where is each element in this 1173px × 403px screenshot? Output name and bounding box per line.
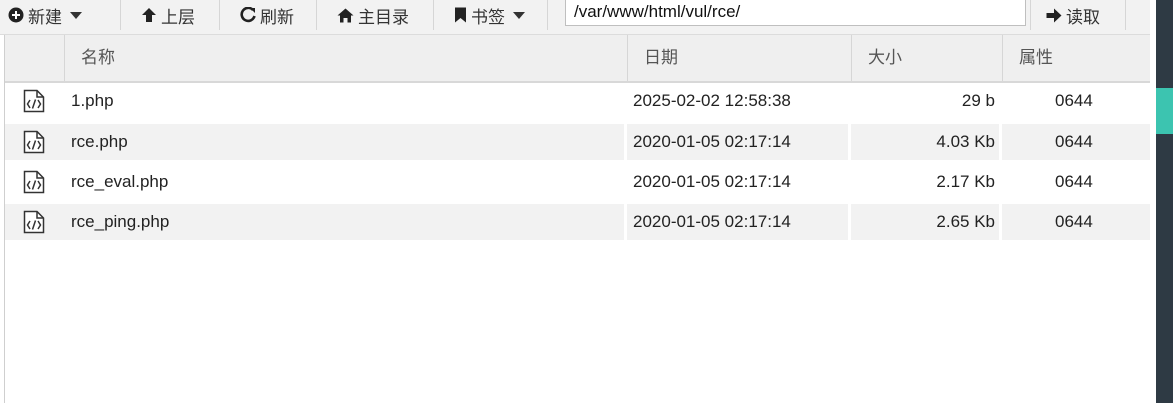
file-name[interactable]: rce_ping.php [71,204,169,240]
file-date: 2020-01-05 02:17:14 [633,212,791,231]
plus-circle-icon [8,7,24,23]
file-size: 2.65 Kb [936,212,995,231]
chevron-down-icon [513,11,525,19]
window-edge [1156,0,1173,403]
file-list: 名称 日期 大小 属性 1.php 2025-02-02 12:58:38 29… [4,35,1151,403]
toolbar-divider [433,0,434,30]
file-size: 29 b [961,91,995,110]
code-file-icon [23,130,45,154]
file-size: 4.03 Kb [936,132,995,151]
address-input[interactable] [565,0,1026,26]
refresh-icon [240,7,256,23]
column-divider [624,204,627,240]
scrollbar-thumb[interactable] [1156,88,1173,134]
file-date: 2020-01-05 02:17:14 [633,172,791,191]
chevron-down-icon [70,11,82,19]
file-attr[interactable]: 0644 [1055,204,1093,240]
new-button[interactable]: 新建 [8,0,82,30]
table-row[interactable]: rce.php 2020-01-05 02:17:14 4.03 Kb 0644 [5,124,1151,160]
bookmark-icon [454,7,467,23]
table-row[interactable]: rce_ping.php 2020-01-05 02:17:14 2.65 Kb… [5,204,1151,240]
toolbar-divider [547,0,548,30]
column-header-name[interactable]: 名称 [64,35,627,81]
refresh-label: 刷新 [260,7,294,27]
code-file-icon [23,170,45,194]
home-label: 主目录 [358,7,409,27]
file-name[interactable]: rce.php [71,124,128,160]
arrow-up-icon [141,7,157,23]
file-size: 2.17 Kb [936,172,995,191]
code-file-icon [23,210,45,234]
new-label: 新建 [28,7,62,27]
toolbar-divider [219,0,220,30]
column-divider [999,204,1002,240]
file-attr[interactable]: 0644 [1055,83,1093,119]
column-divider [624,124,627,160]
bookmark-button[interactable]: 书签 [454,0,525,30]
toolbar-divider [120,0,121,30]
read-label: 读取 [1066,7,1100,27]
up-button[interactable]: 上层 [141,0,195,30]
file-date: 2025-02-02 12:58:38 [633,91,791,110]
home-button[interactable]: 主目录 [337,0,409,30]
column-header-attr[interactable]: 属性 [1002,35,1151,81]
file-name[interactable]: rce_eval.php [71,164,168,200]
table-header: 名称 日期 大小 属性 [5,35,1151,83]
read-button[interactable]: 读取 [1046,0,1100,30]
column-header-date[interactable]: 日期 [627,35,851,81]
toolbar-divider [316,0,317,30]
arrow-right-icon [1046,8,1062,23]
file-attr[interactable]: 0644 [1055,124,1093,160]
toolbar-divider [1030,0,1031,30]
table-row[interactable]: 1.php 2025-02-02 12:58:38 29 b 0644 [5,83,1151,119]
bookmark-label: 书签 [471,7,505,27]
column-divider [999,124,1002,160]
refresh-button[interactable]: 刷新 [240,0,294,30]
toolbar: 新建 上层 刷新 主目录 书签 读取 [0,0,1150,35]
toolbar-divider [1125,0,1126,30]
code-file-icon [23,89,45,113]
file-date: 2020-01-05 02:17:14 [633,132,791,151]
file-name[interactable]: 1.php [71,83,114,119]
up-label: 上层 [161,7,195,27]
table-row[interactable]: rce_eval.php 2020-01-05 02:17:14 2.17 Kb… [5,164,1151,200]
file-attr[interactable]: 0644 [1055,164,1093,200]
home-icon [337,8,354,23]
column-header-size[interactable]: 大小 [851,35,1002,81]
